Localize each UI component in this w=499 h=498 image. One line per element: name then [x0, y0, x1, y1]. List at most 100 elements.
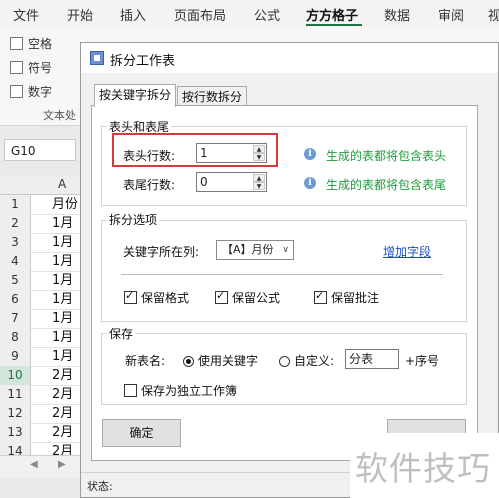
- ribbon-group-label: 文本处: [43, 109, 76, 122]
- save-workbook-checkbox[interactable]: 保存为独立工作簿: [124, 382, 237, 399]
- spin-up-icon[interactable]: ▲: [253, 174, 265, 182]
- active-tab-underline: [306, 24, 362, 26]
- tab-formulas[interactable]: 公式: [254, 5, 280, 24]
- table-row[interactable]: 4 1月: [0, 252, 80, 272]
- table-row[interactable]: 12 2月: [0, 404, 80, 424]
- row-number[interactable]: 9: [0, 347, 31, 366]
- custom-name-radio[interactable]: 自定义:: [279, 352, 334, 369]
- table-row[interactable]: 10 2月: [0, 366, 80, 386]
- worksheet-grid[interactable]: A 1 月份 2 1月 3 1月 4 1月 5 1月 6 1月 7 1月 8 1月 9 1月 10 2月 11 2月 12 2…: [0, 175, 80, 462]
- ribbon-checkbox-space[interactable]: 空格: [10, 35, 52, 52]
- cell-value[interactable]: 1月: [52, 252, 73, 271]
- ok-button[interactable]: 确定: [102, 419, 181, 447]
- cell-value[interactable]: 1月: [52, 214, 73, 233]
- tab-split-by-rows[interactable]: 按行数拆分: [177, 86, 248, 107]
- checkbox-icon: [10, 61, 23, 74]
- cell-value[interactable]: 1月: [52, 233, 73, 252]
- cell-value[interactable]: 1月: [52, 309, 73, 328]
- tab-file[interactable]: 文件: [13, 5, 39, 24]
- tab-review[interactable]: 审阅: [438, 5, 464, 24]
- table-row[interactable]: 1 月份: [0, 195, 80, 215]
- use-keyword-radio[interactable]: 使用关键字: [183, 352, 258, 369]
- row-number[interactable]: 11: [0, 385, 31, 404]
- row-number[interactable]: 1: [0, 195, 31, 214]
- keep-comment-checkbox[interactable]: 保留批注: [314, 289, 379, 306]
- watermark: 软件技巧: [350, 433, 499, 498]
- scroll-left-icon[interactable]: ◀: [30, 459, 38, 470]
- table-row[interactable]: 13 2月: [0, 423, 80, 443]
- spinner-arrows[interactable]: ▲ ▼: [253, 174, 265, 190]
- table-row[interactable]: 2 1月: [0, 214, 80, 234]
- keep-format-checkbox[interactable]: 保留格式: [124, 289, 189, 306]
- key-column-label: 关键字所在列:: [123, 245, 200, 259]
- footer-hint: 生成的表都将包含表尾: [326, 178, 447, 192]
- cell-value[interactable]: 1月: [52, 290, 73, 309]
- checkbox-icon: [10, 37, 23, 50]
- radio-icon: [279, 356, 290, 367]
- row-number[interactable]: 8: [0, 328, 31, 347]
- tab-fangfang[interactable]: 方方格子: [306, 5, 358, 24]
- info-icon: i: [304, 177, 316, 189]
- cell-value[interactable]: 2月: [52, 366, 73, 385]
- table-row[interactable]: 6 1月: [0, 290, 80, 310]
- header-hint: 生成的表都将包含表头: [326, 149, 447, 163]
- column-header[interactable]: A: [0, 175, 80, 195]
- save-group-title: 保存: [107, 325, 136, 342]
- tab-insert[interactable]: 插入: [120, 5, 146, 24]
- tab-data[interactable]: 数据: [384, 5, 410, 24]
- ribbon-checkbox-symbol[interactable]: 符号: [10, 59, 52, 76]
- cell-value[interactable]: 月份: [52, 195, 78, 214]
- add-field-link[interactable]: 增加字段: [383, 243, 431, 260]
- spin-down-icon[interactable]: ▼: [253, 182, 265, 190]
- options-divider: [121, 274, 443, 275]
- chevron-down-icon: ∨: [282, 245, 289, 255]
- table-row[interactable]: 7 1月: [0, 309, 80, 329]
- row-number[interactable]: 4: [0, 252, 31, 271]
- radio-selected-icon: [183, 356, 194, 367]
- tab-page-layout[interactable]: 页面布局: [174, 5, 226, 24]
- split-worksheet-dialog: 拆分工作表 按关键字拆分 按行数拆分 表头和表尾 表头行数: 1 ▲ ▼ i 生成…: [80, 42, 499, 498]
- row-number[interactable]: 2: [0, 214, 31, 233]
- sequence-suffix-label: +序号: [405, 354, 440, 368]
- row-number[interactable]: 10: [0, 366, 31, 385]
- key-column-select[interactable]: 【A】月份 ∨: [216, 240, 294, 260]
- table-row[interactable]: 11 2月: [0, 385, 80, 405]
- dialog-titlebar[interactable]: 拆分工作表: [81, 43, 498, 73]
- table-row[interactable]: 8 1月: [0, 328, 80, 348]
- footer-rows-spinner[interactable]: 0 ▲ ▼: [196, 172, 267, 192]
- cell-value[interactable]: 1月: [52, 328, 73, 347]
- cell-value[interactable]: 2月: [52, 385, 73, 404]
- dialog-app-icon: [90, 51, 104, 65]
- status-label: 状态:: [87, 480, 113, 493]
- header-rows-highlight: [112, 133, 278, 167]
- tab-home[interactable]: 开始: [67, 5, 93, 24]
- cell-value[interactable]: 1月: [52, 271, 73, 290]
- table-row[interactable]: 9 1月: [0, 347, 80, 367]
- row-number[interactable]: 7: [0, 309, 31, 328]
- table-row[interactable]: 3 1月: [0, 233, 80, 253]
- scroll-right-icon[interactable]: ▶: [58, 459, 66, 470]
- keep-formula-checkbox[interactable]: 保留公式: [215, 289, 280, 306]
- row-number[interactable]: 13: [0, 423, 31, 442]
- horizontal-scrollbar[interactable]: ◀ ▶: [0, 455, 80, 478]
- row-number[interactable]: 6: [0, 290, 31, 309]
- cell-value[interactable]: 2月: [52, 423, 73, 442]
- tab-view[interactable]: 视: [488, 5, 499, 24]
- checkbox-checked-icon: [215, 289, 228, 304]
- cell-value[interactable]: 2月: [52, 404, 73, 423]
- row-number[interactable]: 12: [0, 404, 31, 423]
- custom-name-input[interactable]: 分表: [345, 349, 399, 369]
- checkbox-icon: [124, 384, 137, 397]
- cell-value[interactable]: 1月: [52, 347, 73, 366]
- checkbox-icon: [10, 85, 23, 98]
- name-box[interactable]: G10: [4, 139, 76, 161]
- checkbox-checked-icon: [124, 289, 137, 304]
- row-number[interactable]: 3: [0, 233, 31, 252]
- split-options-group-title: 拆分选项: [107, 211, 160, 228]
- row-number[interactable]: 5: [0, 271, 31, 290]
- ribbon-checkbox-number[interactable]: 数字: [10, 83, 52, 100]
- split-options-group: [101, 220, 467, 322]
- info-icon: i: [304, 148, 316, 160]
- table-row[interactable]: 5 1月: [0, 271, 80, 291]
- tab-split-by-keyword[interactable]: 按关键字拆分: [94, 84, 177, 107]
